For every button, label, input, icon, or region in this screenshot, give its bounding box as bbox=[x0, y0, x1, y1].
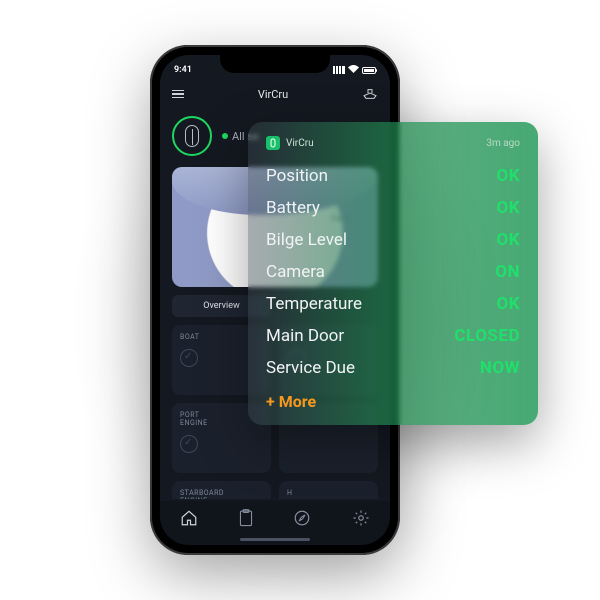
notification-row: Temperature OK bbox=[266, 288, 520, 320]
notif-label: Service Due bbox=[266, 358, 355, 378]
battery-icon bbox=[362, 67, 376, 74]
signal-icon bbox=[333, 66, 345, 74]
check-circle-icon bbox=[180, 349, 198, 367]
app-title: VirCru bbox=[258, 88, 288, 101]
notif-label: Battery bbox=[266, 198, 320, 218]
bottom-tab-bar bbox=[160, 501, 390, 545]
notif-value: ON bbox=[495, 262, 520, 282]
card-starboard-engine[interactable]: STARBOARD ENGINE bbox=[172, 481, 271, 499]
wifi-icon bbox=[348, 65, 359, 76]
notif-label: Bilge Level bbox=[266, 230, 347, 250]
notif-value: OK bbox=[496, 166, 520, 186]
notif-value: OK bbox=[496, 230, 520, 250]
notification-card[interactable]: VirCru 3m ago Position OK Battery OK Bil… bbox=[248, 122, 538, 425]
notification-app-name: VirCru bbox=[286, 138, 314, 149]
notif-label: Temperature bbox=[266, 294, 362, 314]
notif-label: Position bbox=[266, 166, 328, 186]
notif-value: CLOSED bbox=[454, 326, 520, 346]
notif-label: Main Door bbox=[266, 326, 344, 346]
notification-header: VirCru 3m ago bbox=[266, 136, 520, 150]
notification-row: Service Due NOW bbox=[266, 352, 520, 384]
notif-value: NOW bbox=[480, 358, 520, 378]
notification-row: Camera ON bbox=[266, 256, 520, 288]
status-time: 9:41 bbox=[174, 65, 192, 75]
notif-value: OK bbox=[496, 198, 520, 218]
status-dot-icon bbox=[222, 133, 228, 139]
boat-outline-icon[interactable] bbox=[362, 86, 378, 103]
menu-icon[interactable] bbox=[172, 90, 184, 99]
card-h[interactable]: H bbox=[279, 481, 378, 499]
clipboard-icon[interactable] bbox=[239, 509, 253, 531]
card-title: H bbox=[287, 489, 370, 497]
status-ring-icon bbox=[172, 116, 212, 156]
notification-row: Main Door CLOSED bbox=[266, 320, 520, 352]
home-icon[interactable] bbox=[180, 509, 198, 531]
phone-notch bbox=[220, 55, 330, 73]
gear-icon[interactable] bbox=[352, 509, 370, 531]
home-indicator bbox=[240, 538, 310, 541]
notification-time: 3m ago bbox=[486, 138, 520, 149]
notification-row: Battery OK bbox=[266, 192, 520, 224]
compass-icon[interactable] bbox=[293, 509, 311, 531]
check-circle-icon bbox=[180, 435, 198, 453]
notification-app-icon bbox=[266, 136, 280, 150]
notif-label: Camera bbox=[266, 262, 325, 282]
notification-row: Position OK bbox=[266, 160, 520, 192]
notif-value: OK bbox=[496, 294, 520, 314]
notification-row: Bilge Level OK bbox=[266, 224, 520, 256]
nav-bar: VirCru bbox=[160, 81, 390, 107]
card-title: STARBOARD ENGINE bbox=[180, 489, 263, 499]
notification-more-button[interactable]: + More bbox=[266, 384, 520, 411]
